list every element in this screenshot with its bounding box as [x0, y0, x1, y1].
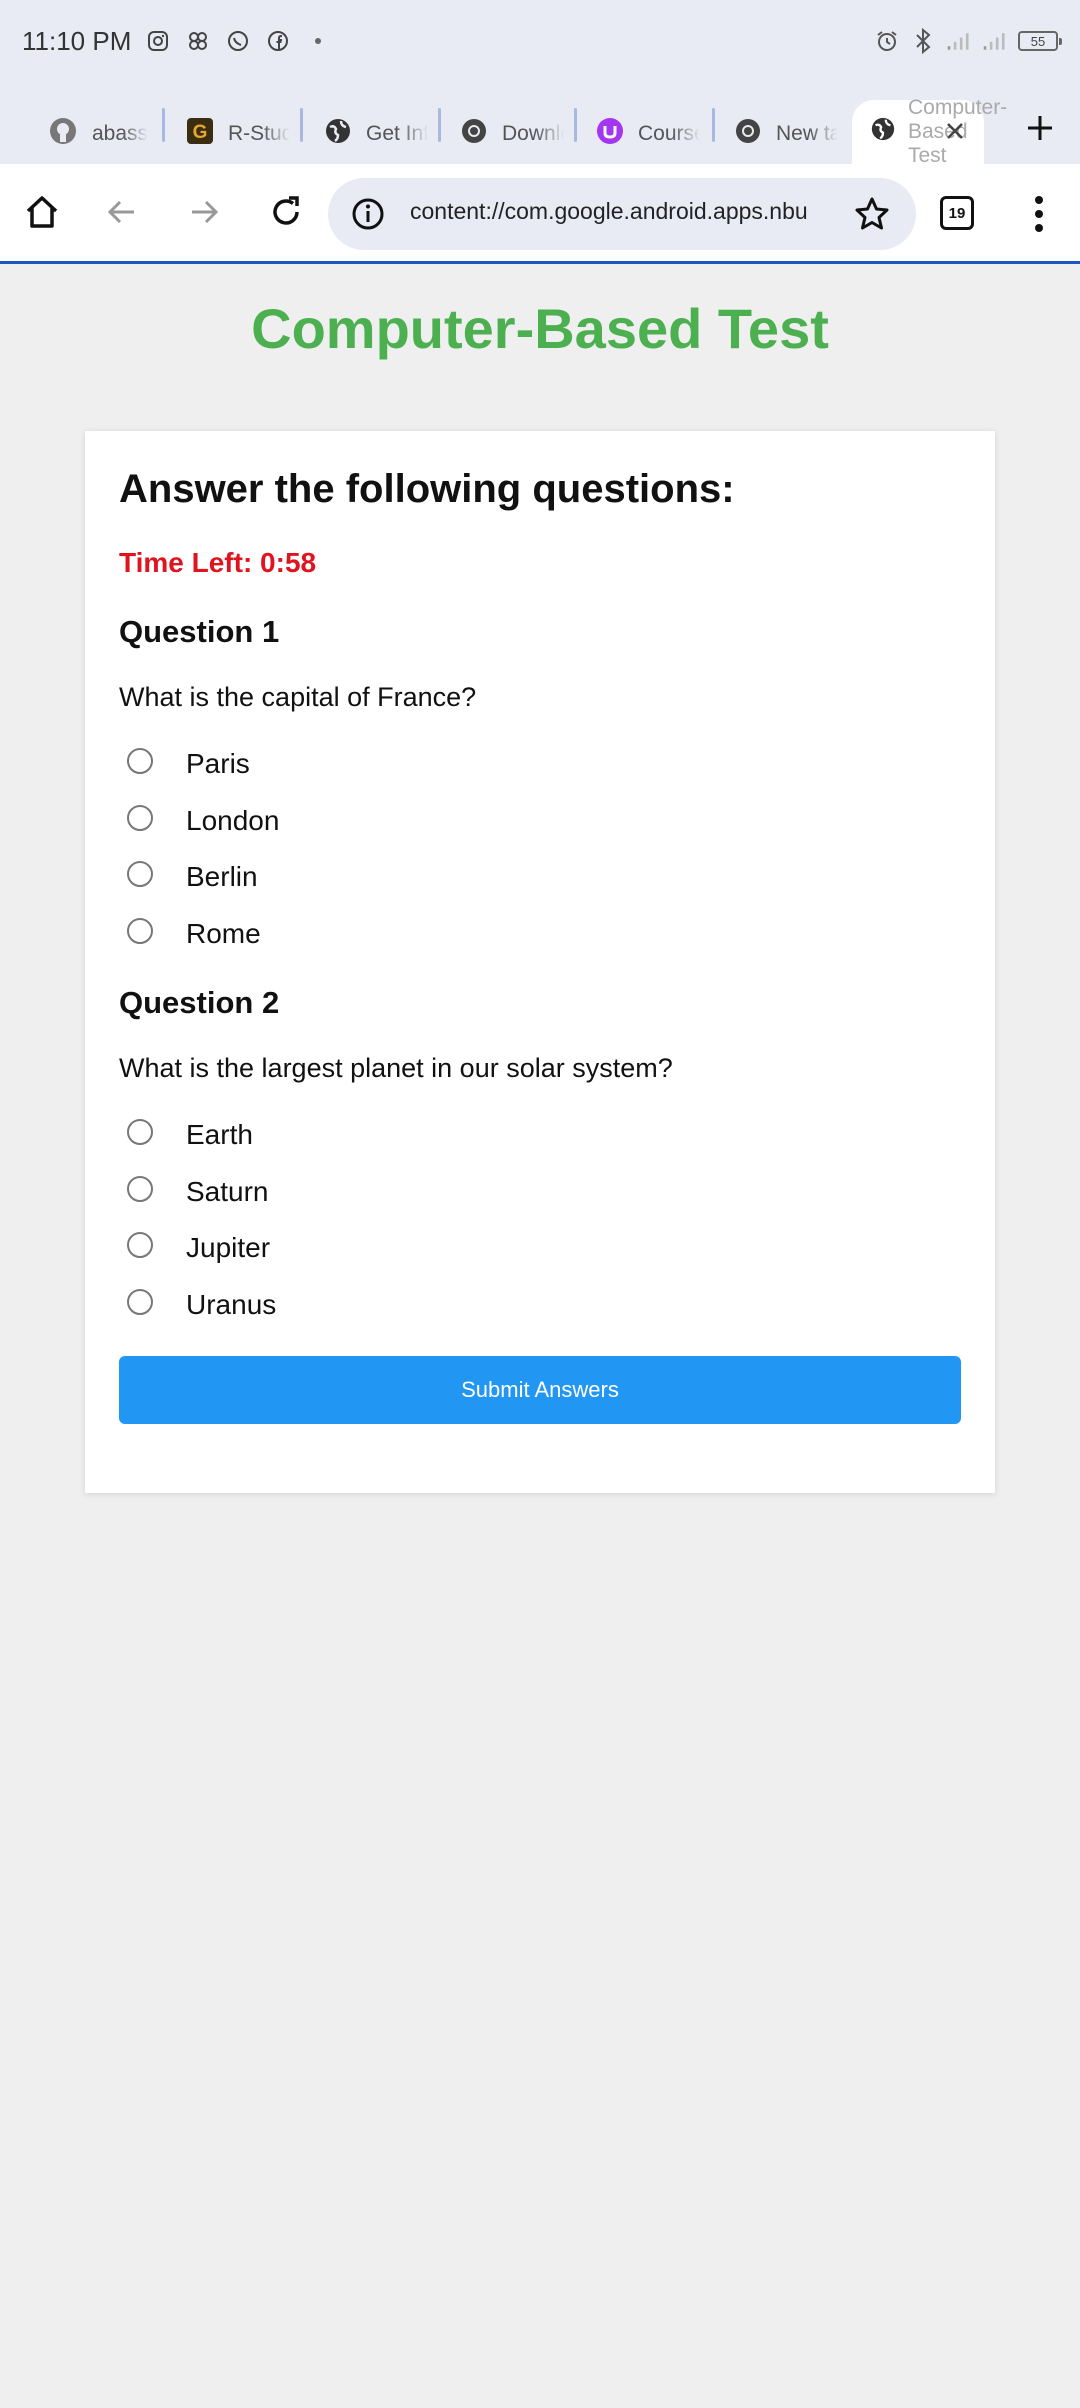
tab-label: abass — [92, 122, 149, 145]
tab-download[interactable]: Download — [460, 104, 564, 164]
option-paris[interactable]: Paris — [127, 744, 250, 784]
home-button[interactable] — [14, 186, 70, 242]
bluetooth-icon — [910, 28, 936, 54]
option-berlin[interactable]: Berlin — [127, 857, 258, 897]
tab-active[interactable]: Computer-Based Test — [852, 96, 1007, 167]
option-label: London — [186, 805, 280, 836]
pinwheel-icon — [185, 28, 211, 54]
option-jupiter[interactable]: Jupiter — [127, 1228, 270, 1268]
submit-answers-button[interactable]: Submit Answers — [119, 1356, 961, 1424]
option-label: Saturn — [186, 1176, 269, 1207]
radio-button[interactable] — [127, 1289, 153, 1315]
new-tab-button[interactable] — [1020, 108, 1060, 148]
status-bar: 11:10 PM 55 — [0, 0, 1080, 82]
question-text: What is the capital of France? — [119, 682, 477, 712]
status-right: 55 — [874, 28, 1062, 54]
tab-separator — [162, 108, 165, 142]
tab-label: Get Info — [366, 122, 428, 145]
arrow-right-icon — [186, 194, 222, 235]
timer-text: Time Left: 0:58 — [119, 547, 317, 578]
tab-switcher-button[interactable]: 19 — [940, 196, 974, 230]
option-label: Earth — [186, 1119, 253, 1150]
tab-r-studio[interactable]: G R-Studio — [186, 104, 290, 164]
tab-label: New tab — [776, 122, 838, 145]
option-label: Berlin — [186, 861, 258, 892]
radio-button[interactable] — [127, 918, 153, 944]
globe-icon — [324, 117, 352, 151]
url-text[interactable]: content://com.google.android.apps.nbu — [410, 198, 816, 230]
quiz-card: Answer the following questions: Time Lef… — [85, 431, 995, 1493]
option-uranus[interactable]: Uranus — [127, 1285, 276, 1325]
option-earth[interactable]: Earth — [127, 1115, 253, 1155]
option-label: Jupiter — [186, 1232, 271, 1263]
home-icon — [23, 193, 61, 236]
tab-github[interactable]: abass — [48, 104, 148, 164]
tab-get-info[interactable]: Get Info — [324, 104, 428, 164]
battery-icon: 55 — [1018, 31, 1062, 51]
info-icon[interactable] — [350, 196, 386, 232]
reload-icon — [268, 194, 304, 235]
question-title: Question 1 — [119, 614, 280, 649]
github-icon — [48, 116, 78, 152]
status-left: 11:10 PM — [22, 26, 331, 57]
alarm-icon — [874, 28, 900, 54]
back-button[interactable] — [94, 186, 150, 242]
tab-separator — [574, 108, 577, 142]
status-time: 11:10 PM — [22, 25, 132, 56]
option-label: Rome — [186, 918, 261, 949]
reload-button[interactable] — [258, 186, 314, 242]
signal-icon-1 — [946, 28, 972, 54]
chrome-icon — [460, 117, 488, 151]
svg-text:G: G — [193, 122, 208, 143]
radio-button[interactable] — [127, 1176, 153, 1202]
arrow-left-icon — [104, 194, 140, 235]
radio-button[interactable] — [127, 1232, 153, 1258]
tab-separator — [300, 108, 303, 142]
radio-button[interactable] — [127, 1119, 153, 1145]
radio-button[interactable] — [127, 748, 153, 774]
question-text: What is the largest planet in our solar … — [119, 1053, 673, 1083]
option-rome[interactable]: Rome — [127, 914, 261, 954]
close-icon[interactable] — [940, 116, 970, 146]
option-london[interactable]: London — [127, 801, 279, 841]
tab-label: Computer-Based Test — [908, 96, 1008, 167]
option-label: Paris — [186, 748, 250, 779]
option-label: Uranus — [186, 1289, 277, 1320]
facebook-icon — [265, 28, 291, 54]
forward-button[interactable] — [176, 186, 232, 242]
tab-new-tab[interactable]: New tab — [734, 104, 838, 164]
more-menu-icon[interactable] — [1022, 192, 1056, 236]
tab-label: R-Studio — [228, 122, 290, 145]
address-bar[interactable]: content://com.google.android.apps.nbu — [328, 178, 916, 250]
browser-toolbar: content://com.google.android.apps.nbu 19 — [0, 164, 1080, 264]
tab-label: Download — [502, 122, 564, 145]
radio-button[interactable] — [127, 861, 153, 887]
question-title: Question 2 — [119, 985, 280, 1020]
instagram-icon — [145, 28, 171, 54]
notification-dot-icon — [305, 28, 331, 54]
option-saturn[interactable]: Saturn — [127, 1172, 269, 1212]
quiz-heading: Answer the following questions: — [119, 467, 735, 511]
page-title: Computer-Based Test — [251, 297, 829, 360]
globe-icon — [870, 116, 896, 148]
chrome-icon — [734, 117, 762, 151]
radio-button[interactable] — [127, 805, 153, 831]
tab-course[interactable]: Course — [596, 104, 700, 164]
tab-separator — [712, 108, 715, 142]
tab-label: Course — [638, 122, 700, 145]
signal-icon-2 — [982, 28, 1008, 54]
udemy-icon — [596, 117, 624, 151]
grammarly-icon: G — [186, 117, 214, 151]
tab-separator — [438, 108, 441, 142]
whatsapp-icon — [225, 28, 251, 54]
bookmark-star-icon[interactable] — [852, 194, 892, 234]
